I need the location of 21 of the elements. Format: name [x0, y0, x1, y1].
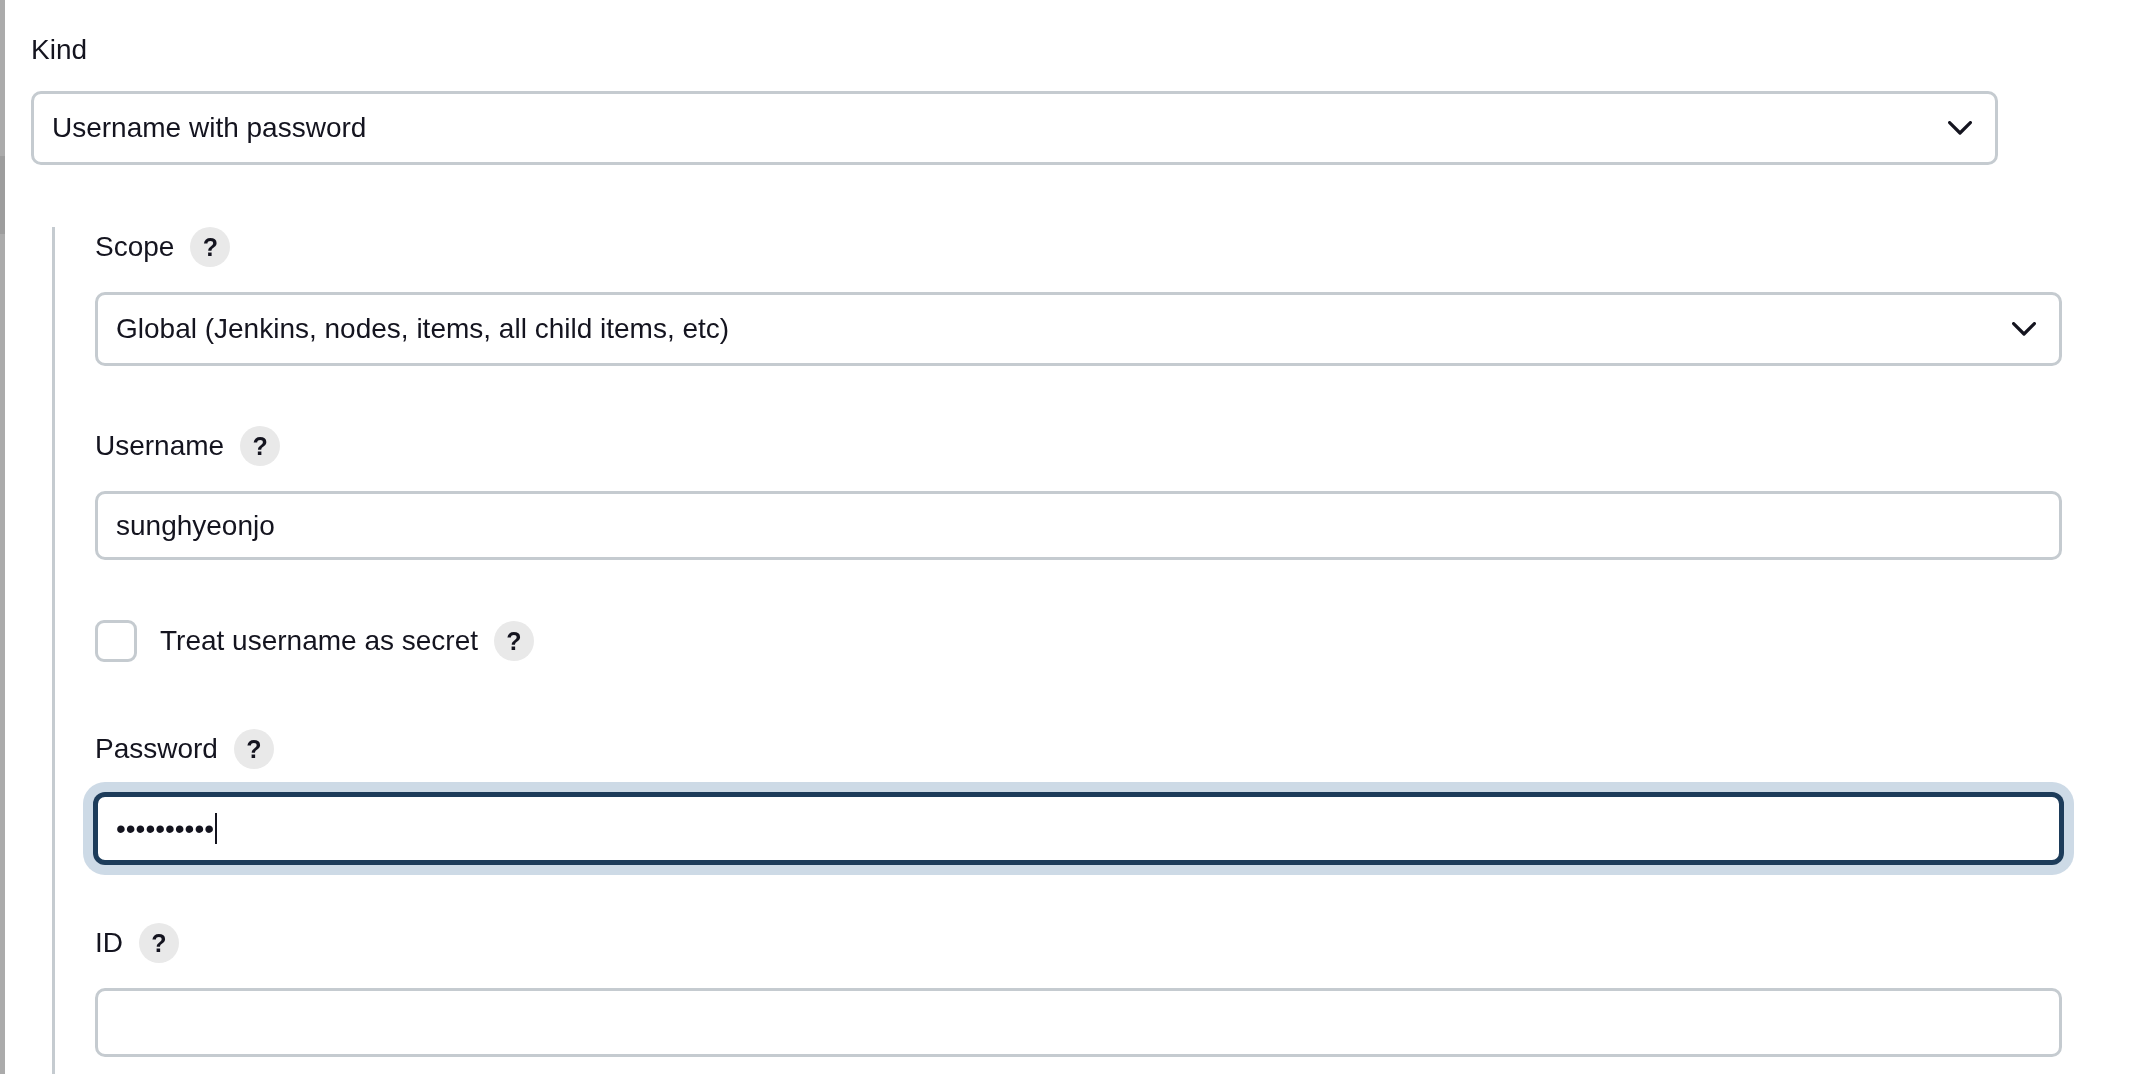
chevron-down-icon: [1948, 121, 1972, 135]
text-field[interactable]: [95, 988, 2062, 1057]
checkbox-label: Treat username as secret: [160, 625, 478, 657]
dropdown[interactable]: Username with password: [31, 91, 1998, 165]
text-field[interactable]: sunghyeonjo: [95, 491, 2062, 560]
scrollbar-thumb[interactable]: [0, 156, 5, 234]
text-cursor: [215, 813, 218, 844]
field-label: Kind: [31, 34, 88, 66]
field-label: Scope: [95, 231, 175, 263]
chevron-down-icon: [2012, 322, 2036, 336]
field-label: Username: [95, 430, 225, 462]
help-button[interactable]: ?: [190, 227, 231, 267]
help-button[interactable]: ?: [139, 923, 179, 963]
field-label: Password: [95, 733, 218, 765]
scrollbar[interactable]: [0, 0, 5, 1074]
checkbox[interactable]: [95, 620, 137, 662]
help-button[interactable]: ?: [240, 426, 281, 466]
dropdown[interactable]: Global (Jenkins, nodes, items, all child items, etc): [95, 292, 2062, 366]
help-button[interactable]: ?: [494, 621, 534, 661]
help-button[interactable]: ?: [233, 729, 274, 769]
field-label: ID: [95, 927, 123, 959]
